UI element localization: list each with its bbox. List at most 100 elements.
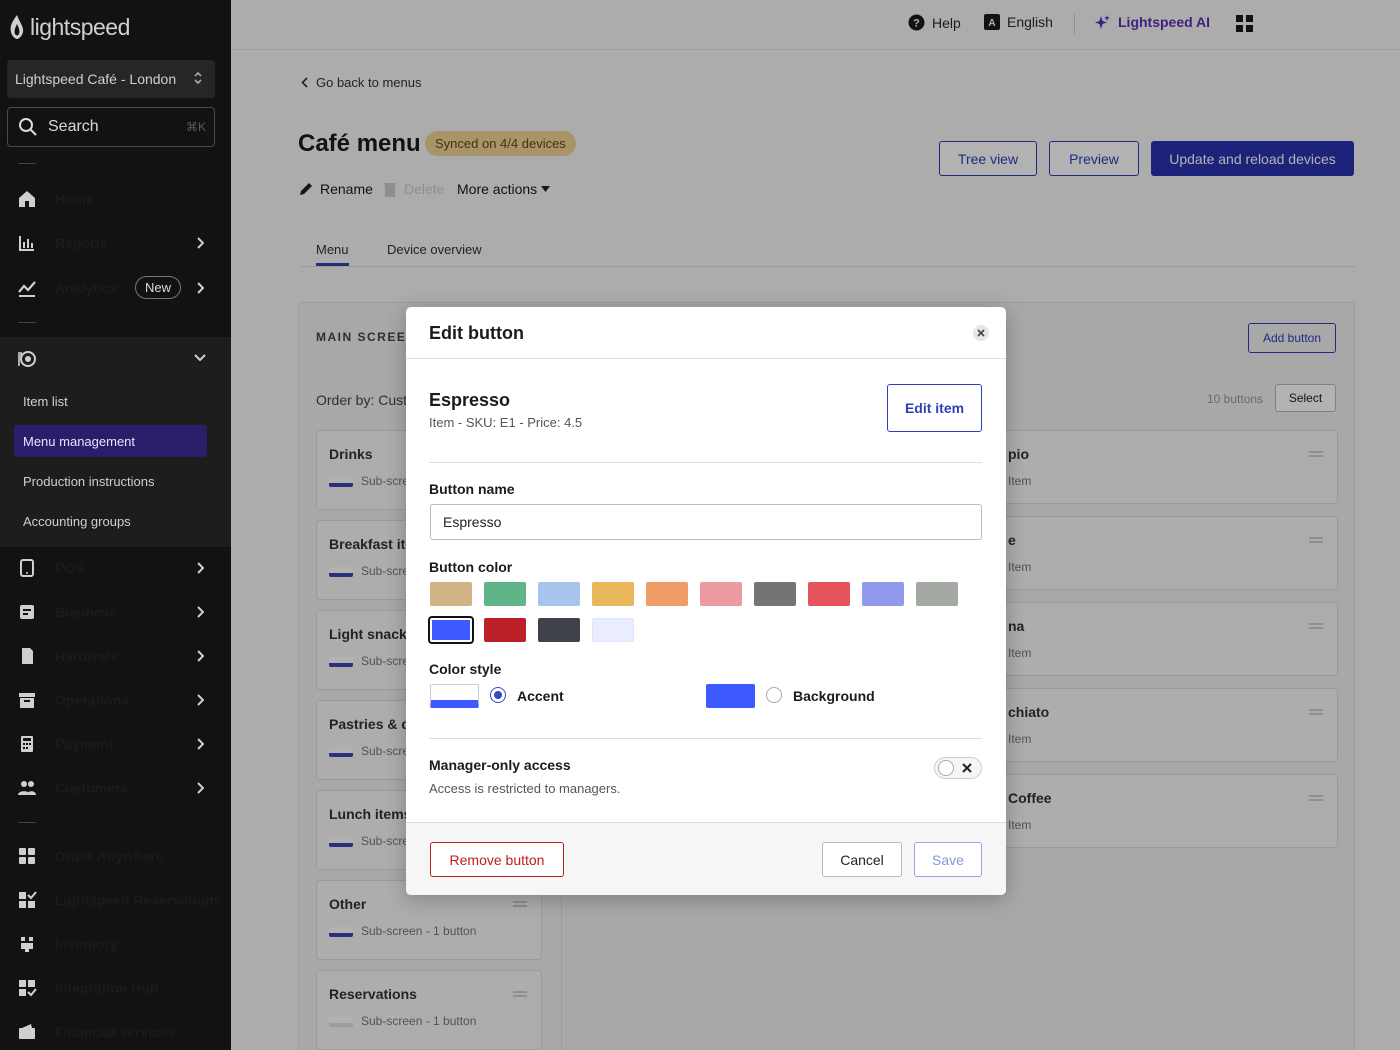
color-swatch[interactable] bbox=[538, 582, 580, 606]
archive-icon bbox=[19, 693, 35, 708]
chevron-right-icon bbox=[197, 282, 204, 294]
close-icon bbox=[977, 329, 985, 337]
nav-item-menu[interactable]: Menu bbox=[0, 337, 231, 381]
reservations-icon bbox=[19, 891, 37, 908]
sidebar: lightspeed Lightspeed Café - London Sear… bbox=[0, 0, 231, 1050]
color-swatch[interactable] bbox=[808, 582, 850, 606]
color-style-label: Color style bbox=[429, 661, 502, 677]
bar-chart-icon bbox=[19, 236, 34, 251]
nav-label: Payment bbox=[55, 736, 114, 752]
close-icon bbox=[962, 763, 972, 773]
accent-radio[interactable] bbox=[490, 687, 506, 703]
nav-item-financial-services[interactable]: Financial services bbox=[0, 1010, 231, 1050]
new-badge: New bbox=[135, 276, 182, 299]
color-swatch[interactable] bbox=[538, 618, 580, 642]
nav-label: Financial services bbox=[55, 1024, 176, 1040]
color-swatch[interactable] bbox=[592, 582, 634, 606]
cancel-button[interactable]: Cancel bbox=[822, 842, 902, 877]
grid-icon bbox=[19, 848, 35, 864]
nav-label: Reports bbox=[55, 235, 108, 251]
modal-header: Edit button bbox=[406, 307, 1006, 359]
toggle-knob bbox=[938, 760, 954, 776]
nav-item-inventory[interactable]: Inventory bbox=[0, 922, 231, 966]
inventory-icon bbox=[21, 937, 33, 952]
submenu-item-list[interactable]: Item list bbox=[14, 385, 207, 417]
chevron-right-icon bbox=[197, 606, 204, 618]
edit-item-button[interactable]: Edit item bbox=[887, 384, 982, 432]
nav-item-reservations[interactable]: Lightspeed Reservations bbox=[0, 878, 231, 922]
manager-access-toggle[interactable] bbox=[934, 757, 982, 779]
close-button[interactable] bbox=[973, 325, 989, 341]
button-name-input[interactable] bbox=[430, 504, 982, 540]
nav-item-operations[interactable]: Operations bbox=[0, 678, 231, 722]
nav-item-analytics[interactable]: Analytics New bbox=[0, 266, 231, 310]
divider bbox=[18, 322, 36, 323]
nav-item-customers[interactable]: Customers bbox=[0, 766, 231, 810]
color-swatch[interactable] bbox=[700, 582, 742, 606]
nav-item-home[interactable]: Home bbox=[0, 177, 231, 221]
save-button[interactable]: Save bbox=[914, 842, 982, 877]
color-swatch[interactable] bbox=[484, 582, 526, 606]
nav-label: Lightspeed Reservations bbox=[55, 892, 222, 908]
color-swatch[interactable] bbox=[430, 582, 472, 606]
button-color-label: Button color bbox=[429, 559, 513, 575]
logo[interactable]: lightspeed bbox=[8, 12, 130, 42]
nav-label: Inventory bbox=[55, 936, 119, 952]
accent-preview[interactable] bbox=[430, 684, 479, 708]
divider bbox=[18, 163, 36, 164]
color-swatch[interactable] bbox=[862, 582, 904, 606]
background-preview[interactable] bbox=[706, 684, 755, 708]
color-swatch[interactable] bbox=[916, 582, 958, 606]
submenu-accounting-groups[interactable]: Accounting groups bbox=[14, 505, 207, 537]
store-selector[interactable]: Lightspeed Café - London bbox=[7, 60, 215, 98]
button-name-label: Button name bbox=[429, 481, 515, 497]
line-chart-icon bbox=[18, 281, 36, 297]
modal-title: Edit button bbox=[429, 323, 524, 343]
item-meta: Item - SKU: E1 - Price: 4.5 bbox=[429, 415, 583, 430]
submenu-menu-management[interactable]: Menu management bbox=[14, 425, 207, 457]
nav-label: Analytics bbox=[55, 280, 118, 296]
divider bbox=[429, 462, 982, 463]
tablet-icon bbox=[20, 559, 34, 577]
color-swatch[interactable] bbox=[646, 582, 688, 606]
nav-item-pos[interactable]: POS bbox=[0, 546, 231, 590]
nav-item-reports[interactable]: Reports bbox=[0, 221, 231, 265]
chevron-down-icon bbox=[194, 354, 206, 362]
chevron-right-icon bbox=[197, 694, 204, 706]
color-swatch[interactable] bbox=[428, 616, 474, 644]
nav-label: Order Anywhere bbox=[55, 848, 164, 864]
chevron-right-icon bbox=[197, 650, 204, 662]
color-swatch[interactable] bbox=[592, 618, 634, 642]
color-swatch[interactable] bbox=[754, 582, 796, 606]
nav-label: Operations bbox=[55, 692, 129, 708]
submenu-production-instructions[interactable]: Production instructions bbox=[14, 465, 207, 497]
wallet-icon bbox=[19, 1024, 35, 1039]
nav-label: Customers bbox=[55, 780, 129, 796]
search-label: Search bbox=[48, 118, 99, 135]
menu-icon bbox=[18, 351, 36, 367]
search-bar[interactable]: Search ⌘K bbox=[7, 107, 215, 147]
manager-access-label: Manager-only access bbox=[429, 757, 571, 773]
nav-item-hardware[interactable]: Hardware bbox=[0, 634, 231, 678]
color-swatch[interactable] bbox=[484, 618, 526, 642]
integration-icon bbox=[19, 980, 37, 997]
accent-label[interactable]: Accent bbox=[517, 688, 564, 704]
chevron-updown-icon bbox=[194, 71, 202, 85]
divider bbox=[429, 738, 982, 739]
flame-icon bbox=[10, 15, 24, 39]
remove-button[interactable]: Remove button bbox=[430, 842, 564, 877]
nav-item-payment[interactable]: Payment bbox=[0, 722, 231, 766]
background-label[interactable]: Background bbox=[793, 688, 875, 704]
divider bbox=[18, 822, 36, 823]
background-radio[interactable] bbox=[766, 687, 782, 703]
home-icon bbox=[19, 191, 35, 207]
nav-label: Menu bbox=[55, 351, 92, 367]
hardware-icon bbox=[22, 648, 33, 664]
nav-item-business[interactable]: Business bbox=[0, 590, 231, 634]
manager-access-desc: Access is restricted to managers. bbox=[429, 781, 621, 796]
nav-item-integration-hub[interactable]: Integration Hub bbox=[0, 966, 231, 1010]
nav-item-order-anywhere[interactable]: Order Anywhere bbox=[0, 834, 231, 878]
chevron-right-icon bbox=[197, 738, 204, 750]
business-icon bbox=[20, 605, 34, 619]
logo-text: lightspeed bbox=[30, 13, 130, 40]
